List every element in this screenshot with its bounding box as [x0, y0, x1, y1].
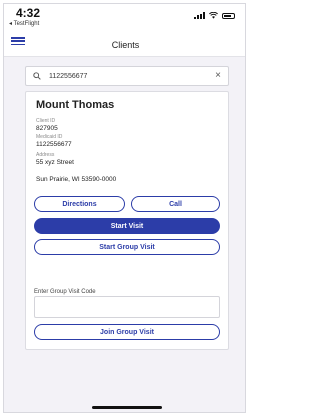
- search-icon: [33, 72, 41, 80]
- medicaid-id-value: 1122556677: [36, 141, 72, 148]
- back-to-app-link[interactable]: ◂ TestFlight: [9, 20, 39, 27]
- client-id-value: 827905: [36, 125, 58, 132]
- client-id-label: Client ID: [36, 118, 56, 124]
- clear-search-icon[interactable]: ×: [215, 70, 221, 82]
- search-input[interactable]: [49, 71, 199, 82]
- call-button[interactable]: Call: [131, 196, 220, 212]
- start-group-visit-button[interactable]: Start Group Visit: [34, 239, 220, 255]
- cellular-signal-icon: [194, 12, 205, 19]
- wifi-icon: [209, 12, 218, 19]
- home-indicator[interactable]: [92, 406, 162, 409]
- client-card: Mount Thomas Client ID 827905 Medicaid I…: [25, 91, 229, 350]
- page-title: Clients: [111, 40, 140, 50]
- join-group-visit-button[interactable]: Join Group Visit: [34, 324, 220, 340]
- address-line-2: Sun Prairie, WI 53590-0000: [36, 176, 117, 183]
- address-label: Address: [36, 152, 55, 158]
- status-time: 4:32: [16, 6, 41, 20]
- group-visit-code-input[interactable]: [34, 296, 220, 318]
- group-visit-code-label: Enter Group Visit Code: [34, 289, 96, 295]
- nav-bar: Clients: [4, 32, 245, 57]
- client-name: Mount Thomas: [36, 99, 115, 111]
- search-bar: ×: [25, 66, 229, 86]
- status-bar: 4:32 ◂ TestFlight: [4, 4, 245, 32]
- medicaid-id-label: Medicaid ID: [36, 134, 63, 140]
- start-visit-button[interactable]: Start Visit: [34, 218, 220, 234]
- directions-button[interactable]: Directions: [34, 196, 125, 212]
- battery-icon: [222, 12, 235, 19]
- phone-screen: 4:32 ◂ TestFlight Clients × Mount Th: [3, 3, 246, 413]
- address-line-1: 55 xyz Street: [36, 159, 74, 166]
- system-icons: [194, 12, 235, 19]
